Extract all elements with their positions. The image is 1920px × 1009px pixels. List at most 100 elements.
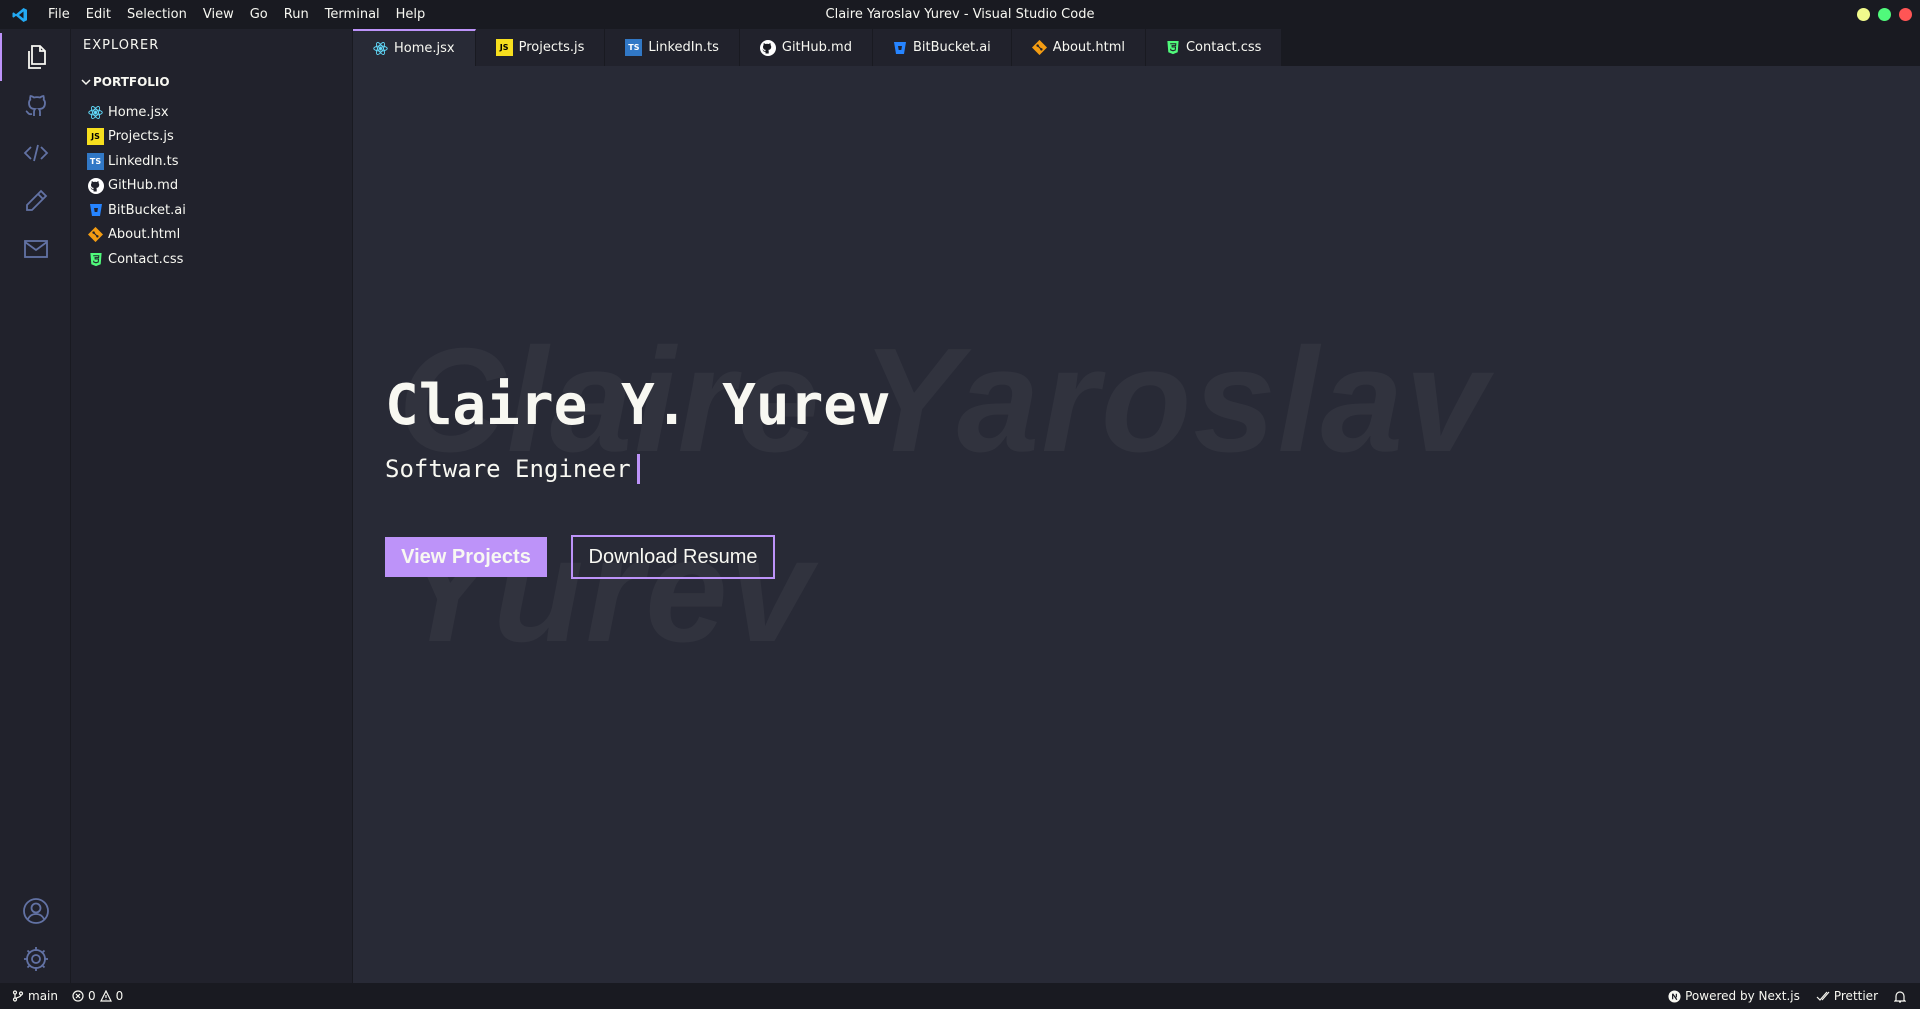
editor-tab-bar: Home.jsx JS Projects.js TS LinkedIn.ts G… [353, 29, 1920, 66]
file-item-linkedin[interactable]: TS LinkedIn.ts [87, 149, 186, 174]
warning-icon [99, 990, 112, 1002]
prettier-label: Prettier [1833, 989, 1878, 1003]
javascript-icon: JS [87, 128, 104, 146]
mail-icon [23, 240, 48, 258]
account-button[interactable] [0, 887, 71, 935]
menu-bar: File Edit Selection View Go Run Terminal… [40, 0, 433, 29]
tab-label: Contact.css [1185, 40, 1262, 55]
bell-icon [1894, 990, 1906, 1003]
close-button[interactable] [1899, 8, 1912, 21]
pencil-icon [25, 189, 47, 211]
menu-run[interactable]: Run [276, 0, 317, 29]
problems-indicator[interactable]: 0 0 [72, 989, 123, 1003]
typescript-icon: TS [87, 152, 104, 170]
title-bar: File Edit Selection View Go Run Terminal… [0, 0, 1920, 29]
explorer-title: EXPLORER [83, 38, 160, 53]
file-label: GitHub.md [108, 178, 179, 194]
branch-indicator[interactable]: main [12, 989, 58, 1003]
tab-contact[interactable]: Contact.css [1145, 29, 1283, 66]
editor-area: Claire Yaroslav Yurev Claire Y. Yurev So… [353, 66, 1920, 983]
javascript-icon: JS [495, 39, 513, 56]
background-watermark-name: Claire Yaroslav Yurev [398, 318, 1490, 673]
file-label: LinkedIn.ts [108, 153, 179, 169]
tab-about[interactable]: About.html [1011, 29, 1146, 66]
file-list: Home.jsx JS Projects.js TS LinkedIn.ts G… [87, 100, 186, 272]
folder-label: PORTFOLIO [93, 75, 170, 89]
explorer-button[interactable] [0, 33, 71, 81]
activity-bar [0, 29, 71, 983]
branch-name: main [28, 989, 58, 1003]
file-label: About.html [108, 227, 181, 243]
nextjs-icon [1668, 989, 1681, 1003]
tab-label: Home.jsx [394, 41, 455, 56]
powered-by-nextjs[interactable]: Powered by Next.js [1668, 989, 1800, 1003]
maximize-button[interactable] [1878, 8, 1891, 21]
minimize-button[interactable] [1857, 8, 1870, 21]
check-all-icon [1816, 991, 1830, 1001]
github-icon [759, 39, 776, 56]
mail-button[interactable] [0, 225, 71, 273]
error-icon [72, 990, 84, 1002]
hero-name: Claire Y. Yurev [385, 373, 891, 438]
window-controls [1857, 8, 1912, 21]
edit-button[interactable] [0, 177, 71, 225]
react-icon [87, 104, 104, 121]
git-branch-icon [12, 990, 24, 1002]
powered-by-label: Powered by Next.js [1685, 989, 1800, 1003]
menu-go[interactable]: Go [242, 0, 276, 29]
github-icon [87, 177, 104, 194]
tab-bitbucket[interactable]: BitBucket.ai [872, 29, 1012, 66]
css-icon [87, 251, 104, 268]
tab-label: Projects.js [518, 40, 585, 55]
tab-linkedin[interactable]: TS LinkedIn.ts [605, 29, 740, 66]
view-projects-button[interactable]: View Projects [385, 537, 547, 577]
file-label: BitBucket.ai [108, 202, 186, 218]
menu-terminal[interactable]: Terminal [317, 0, 388, 29]
file-item-github[interactable]: GitHub.md [87, 174, 186, 199]
explorer-sidebar: EXPLORER PORTFOLIO Home.jsx JS Projects.… [71, 29, 353, 983]
status-bar: main 0 0 Powered by Next.js Prettier [0, 983, 1920, 1009]
chevron-down-icon [81, 79, 91, 86]
file-item-contact[interactable]: Contact.css [87, 247, 186, 272]
error-count: 0 [87, 989, 96, 1003]
css-icon [1167, 40, 1179, 55]
file-item-bitbucket[interactable]: BitBucket.ai [87, 198, 186, 223]
tab-github[interactable]: GitHub.md [739, 29, 873, 66]
file-label: Projects.js [108, 129, 174, 145]
settings-button[interactable] [0, 935, 71, 983]
menu-selection[interactable]: Selection [119, 0, 195, 29]
bitbucket-icon [87, 202, 104, 219]
notifications-button[interactable] [1894, 990, 1906, 1003]
git-icon [1031, 40, 1047, 55]
tab-projects[interactable]: JS Projects.js [475, 29, 606, 66]
menu-help[interactable]: Help [388, 0, 434, 29]
prettier-indicator[interactable]: Prettier [1816, 989, 1878, 1003]
menu-file[interactable]: File [40, 0, 78, 29]
tab-label: About.html [1052, 40, 1125, 55]
git-icon [87, 226, 104, 243]
hero-role: Software Engineer [385, 454, 640, 484]
file-item-home[interactable]: Home.jsx [87, 100, 186, 125]
tab-home[interactable]: Home.jsx [353, 29, 476, 66]
settings-gear-icon [23, 947, 48, 971]
warning-count: 0 [115, 989, 124, 1003]
file-item-about[interactable]: About.html [87, 223, 186, 248]
account-icon [22, 898, 49, 924]
tab-label: BitBucket.ai [912, 40, 991, 55]
menu-view[interactable]: View [195, 0, 242, 29]
folder-portfolio[interactable]: PORTFOLIO [81, 75, 170, 89]
react-icon [373, 42, 388, 55]
download-resume-button[interactable]: Download Resume [571, 535, 775, 579]
menu-edit[interactable]: Edit [78, 0, 119, 29]
github-button[interactable] [0, 81, 71, 129]
code-button[interactable] [0, 129, 71, 177]
tab-label: GitHub.md [781, 40, 852, 55]
file-item-projects[interactable]: JS Projects.js [87, 125, 186, 150]
tab-label: LinkedIn.ts [648, 40, 719, 55]
typescript-icon: TS [625, 39, 643, 56]
bitbucket-icon [893, 41, 906, 54]
github-icon [24, 95, 46, 116]
text-cursor [636, 454, 640, 484]
files-icon [27, 45, 46, 69]
code-icon [23, 144, 48, 162]
